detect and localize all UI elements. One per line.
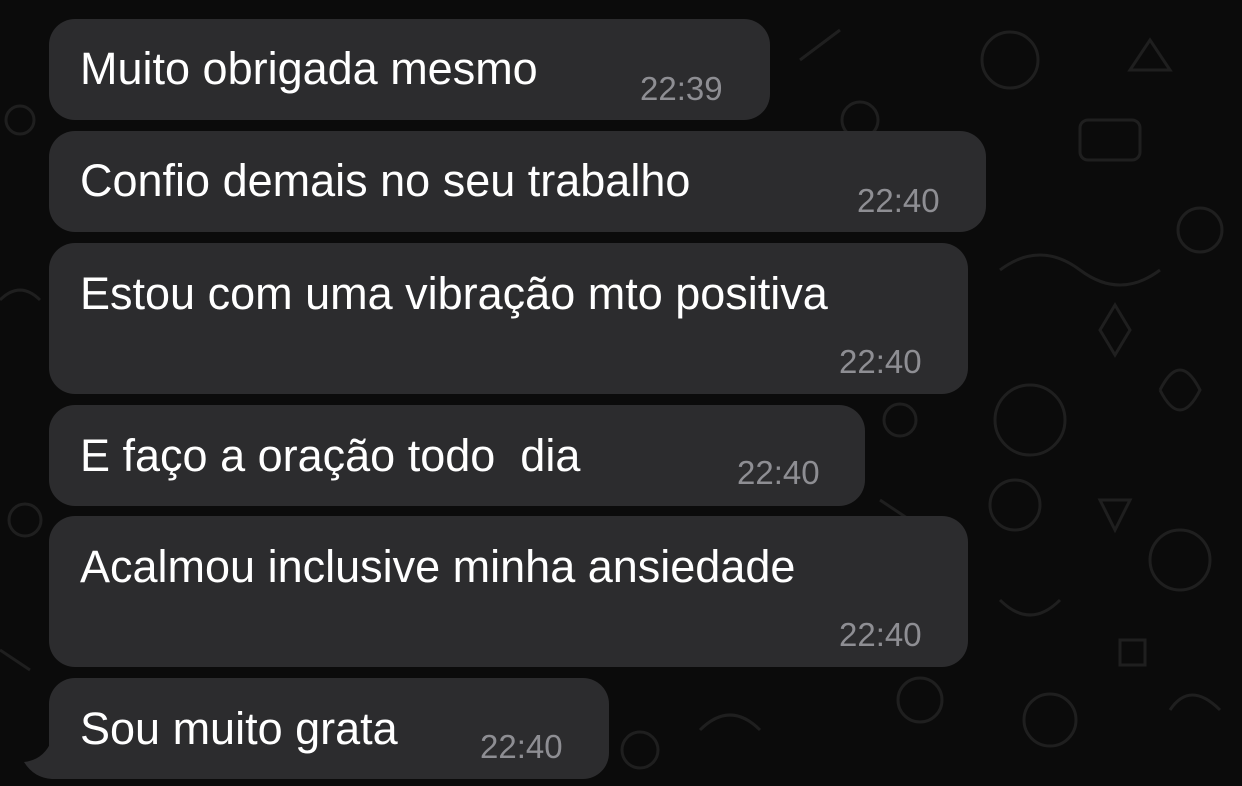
message-bubble[interactable]: Sou muito grata 22:40	[49, 678, 609, 779]
message-text: Acalmou inclusive minha ansiedade	[80, 541, 796, 592]
message-timestamp: 22:40	[480, 728, 563, 765]
message-text: Estou com uma vibração mto positiva	[80, 268, 828, 319]
message-timestamp: 22:39	[640, 70, 723, 107]
bubble-tail	[24, 722, 62, 779]
message-text: Confio demais no seu trabalho	[80, 155, 691, 206]
message-bubble[interactable]: Confio demais no seu trabalho 22:40	[49, 131, 986, 232]
message-text: Muito obrigada mesmo	[80, 43, 538, 94]
message-text: Sou muito grata	[80, 703, 398, 754]
message-bubble[interactable]: Acalmou inclusive minha ansiedade 22:40	[49, 516, 968, 667]
message-bubble[interactable]: Muito obrigada mesmo 22:39	[49, 19, 770, 120]
message-timestamp: 22:40	[857, 182, 940, 219]
message-text: E faço a oração todo dia	[80, 430, 581, 481]
message-bubble[interactable]: E faço a oração todo dia 22:40	[49, 405, 865, 506]
message-bubble[interactable]: Estou com uma vibração mto positiva 22:4…	[49, 243, 968, 394]
message-timestamp: 22:40	[737, 454, 820, 491]
message-timestamp: 22:40	[839, 343, 922, 380]
message-timestamp: 22:40	[839, 616, 922, 653]
